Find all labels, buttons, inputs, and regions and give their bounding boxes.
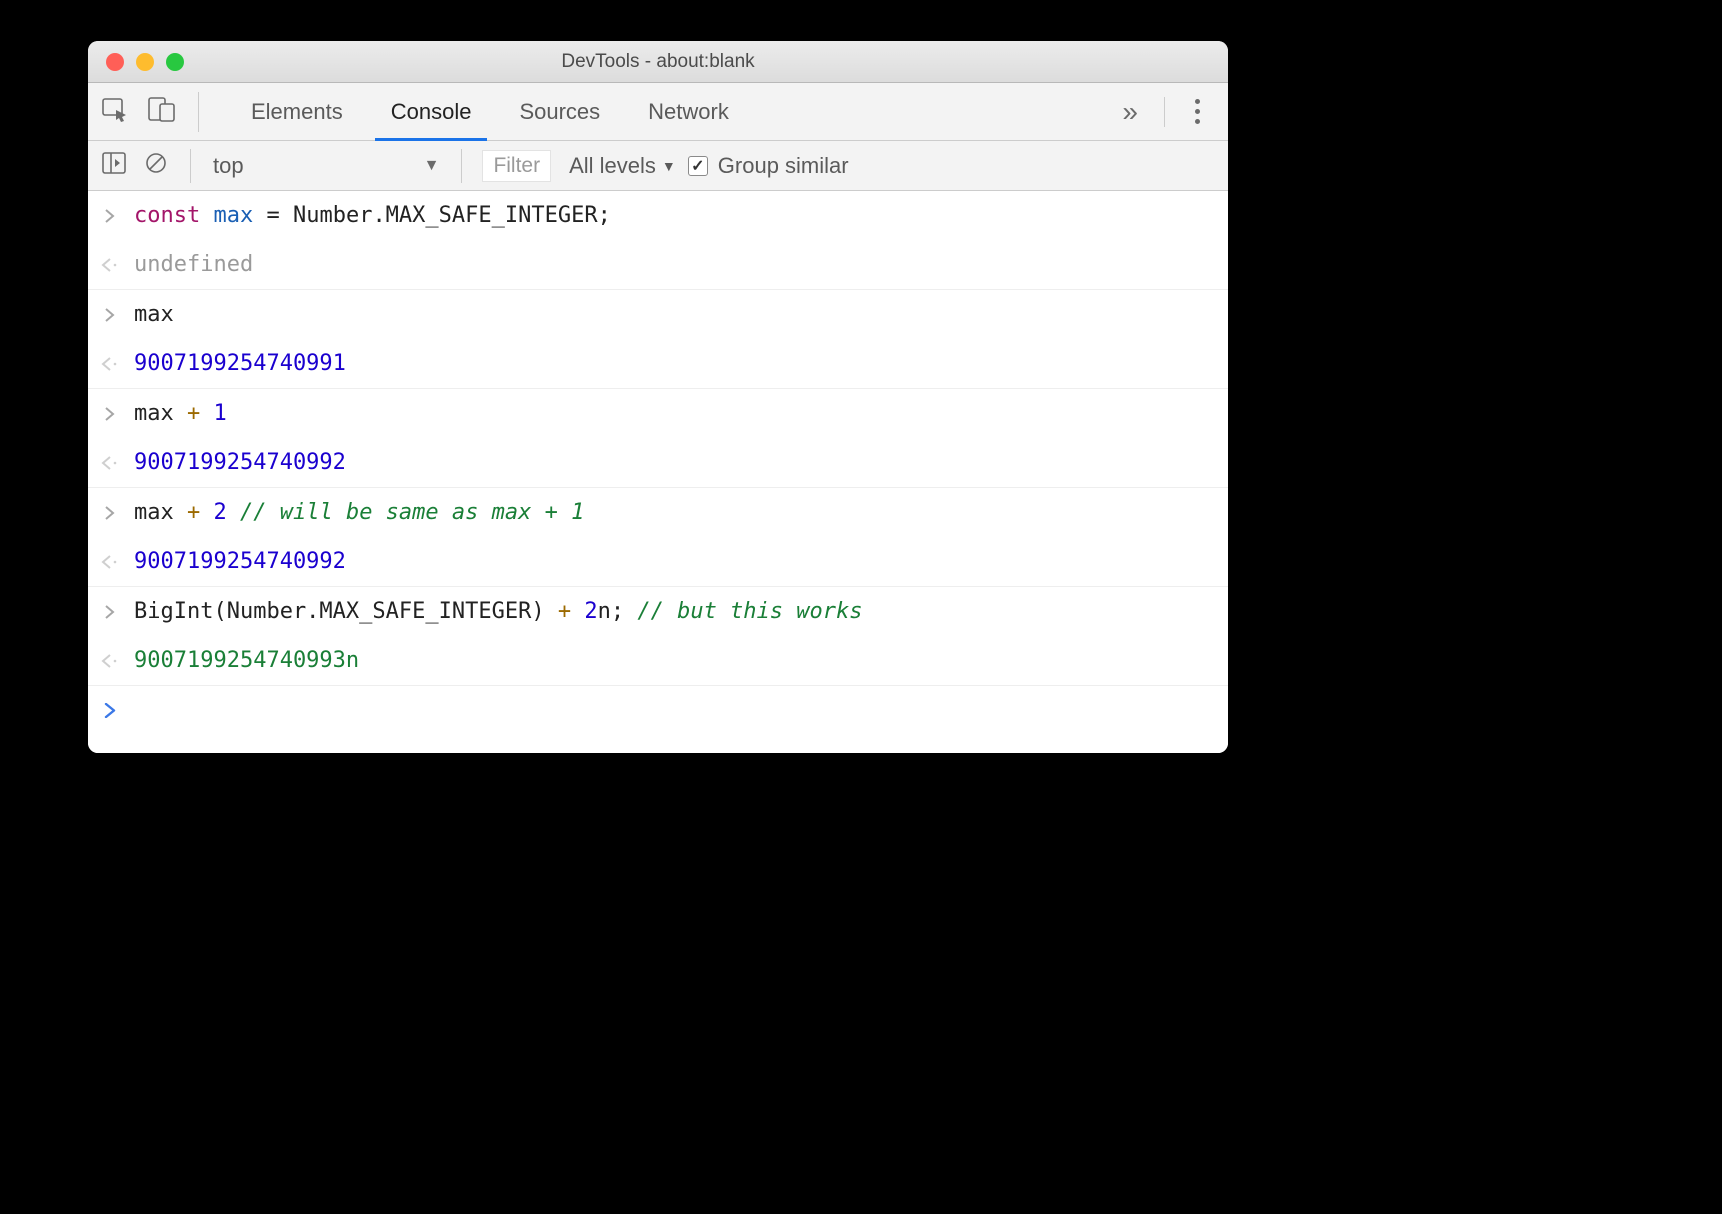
tab-label: Network xyxy=(648,99,729,125)
log-levels-selector[interactable]: All levels ▼ xyxy=(569,153,676,179)
tab-console[interactable]: Console xyxy=(367,83,496,140)
toolbar-right: » xyxy=(1122,95,1214,128)
separator xyxy=(1164,97,1165,127)
console-output: const max = Number.MAX_SAFE_INTEGER;unde… xyxy=(88,191,1228,753)
context-selector[interactable]: top ▼ xyxy=(213,149,462,183)
inspect-element-icon[interactable] xyxy=(102,96,130,127)
input-prompt-icon xyxy=(98,496,122,529)
console-input-row: BigInt(Number.MAX_SAFE_INTEGER) + 2n; //… xyxy=(88,587,1228,636)
tab-label: Sources xyxy=(519,99,600,125)
group-similar-checkbox[interactable] xyxy=(688,156,708,176)
console-line-content: const max = Number.MAX_SAFE_INTEGER; xyxy=(134,199,611,232)
console-filterbar: top ▼ Filter All levels ▼ Group similar xyxy=(88,141,1228,191)
filter-left-controls xyxy=(102,149,191,183)
output-arrow-icon xyxy=(98,347,122,380)
console-output-row: 9007199254740991 xyxy=(88,339,1228,389)
tab-label: Console xyxy=(391,99,472,125)
panel-tabs: Elements Console Sources Network xyxy=(227,83,753,140)
levels-label: All levels xyxy=(569,153,656,179)
titlebar: DevTools - about:blank xyxy=(88,41,1228,83)
console-line-content: undefined xyxy=(134,248,253,281)
console-input-row: max + 2 // will be same as max + 1 xyxy=(88,488,1228,537)
minimize-icon[interactable] xyxy=(136,53,154,71)
console-prompt-row[interactable] xyxy=(88,686,1228,753)
input-prompt-icon xyxy=(98,397,122,430)
console-line-content: 9007199254740992 xyxy=(134,446,346,479)
output-arrow-icon xyxy=(98,248,122,281)
console-input-row: max xyxy=(88,290,1228,339)
window-title: DevTools - about:blank xyxy=(88,51,1228,73)
output-arrow-icon xyxy=(98,545,122,578)
console-output-row: 9007199254740992 xyxy=(88,537,1228,587)
toggle-sidebar-icon[interactable] xyxy=(102,152,126,180)
console-line-content: max + 2 // will be same as max + 1 xyxy=(134,496,584,529)
output-arrow-icon xyxy=(98,644,122,677)
filter-input[interactable]: Filter xyxy=(482,150,551,182)
tab-sources[interactable]: Sources xyxy=(495,83,624,140)
input-prompt-icon xyxy=(98,298,122,331)
chevron-down-icon: ▼ xyxy=(424,157,440,175)
input-prompt-icon xyxy=(98,199,122,232)
console-line-content: max + 1 xyxy=(134,397,227,430)
console-output-row: 9007199254740993n xyxy=(88,636,1228,686)
main-toolbar: Elements Console Sources Network » xyxy=(88,83,1228,141)
console-output-row: undefined xyxy=(88,240,1228,290)
toggle-device-icon[interactable] xyxy=(148,96,176,127)
console-input-row: const max = Number.MAX_SAFE_INTEGER; xyxy=(88,191,1228,240)
input-prompt-icon xyxy=(98,595,122,628)
console-input-row: max + 1 xyxy=(88,389,1228,438)
tab-network[interactable]: Network xyxy=(624,83,753,140)
active-prompt-icon xyxy=(98,694,122,727)
console-line-content: 9007199254740991 xyxy=(134,347,346,380)
settings-menu-icon[interactable] xyxy=(1191,95,1204,128)
console-line-content: BigInt(Number.MAX_SAFE_INTEGER) + 2n; //… xyxy=(134,595,863,628)
tab-elements[interactable]: Elements xyxy=(227,83,367,140)
chevron-down-icon: ▼ xyxy=(662,158,676,174)
console-line-content: max xyxy=(134,298,174,331)
device-controls xyxy=(102,92,199,132)
zoom-icon[interactable] xyxy=(166,53,184,71)
group-similar-label: Group similar xyxy=(718,153,849,179)
tab-label: Elements xyxy=(251,99,343,125)
console-output-row: 9007199254740992 xyxy=(88,438,1228,488)
close-icon[interactable] xyxy=(106,53,124,71)
console-line-content: 9007199254740992 xyxy=(134,545,346,578)
clear-console-icon[interactable] xyxy=(144,151,168,181)
context-label: top xyxy=(213,153,244,179)
output-arrow-icon xyxy=(98,446,122,479)
console-line-content: 9007199254740993n xyxy=(134,644,359,677)
devtools-window: DevTools - about:blank Elements xyxy=(88,41,1228,753)
traffic-lights xyxy=(88,53,184,71)
more-tabs-icon[interactable]: » xyxy=(1122,96,1138,128)
